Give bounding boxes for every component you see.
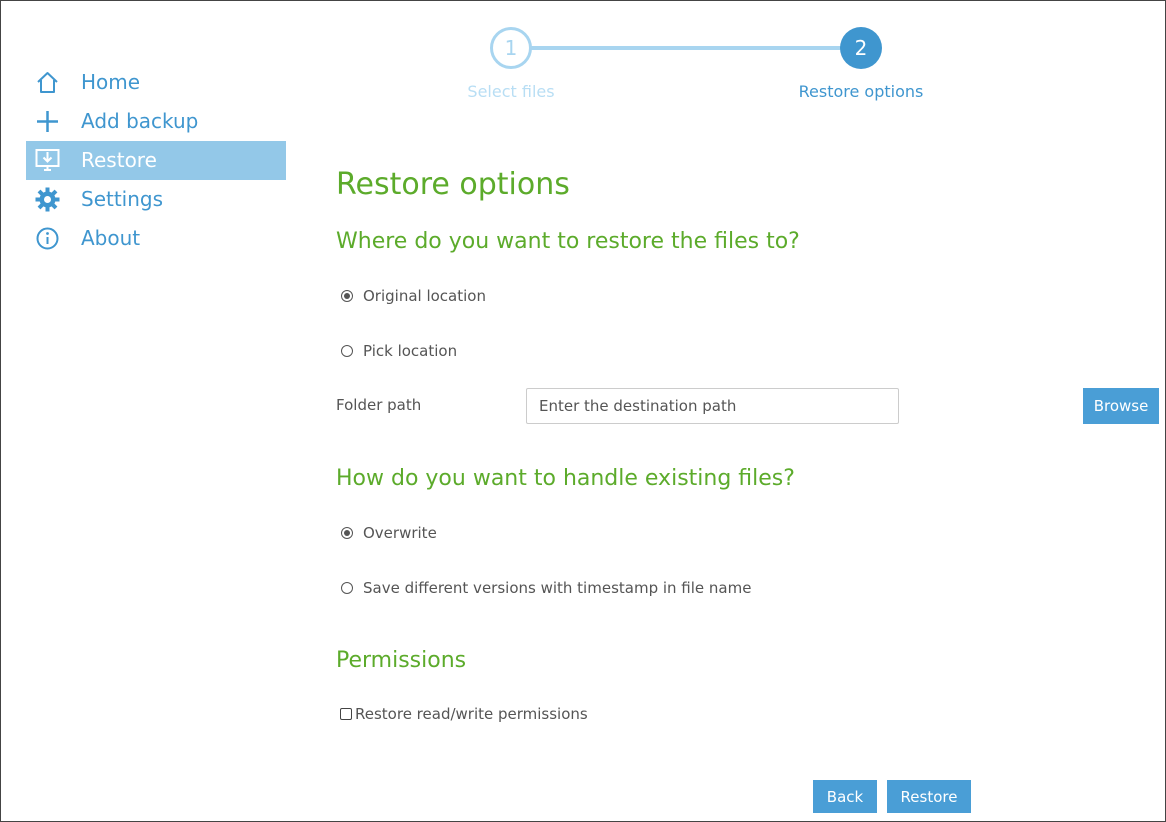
plus-icon [35, 109, 60, 134]
page-title: Restore options [336, 167, 570, 202]
step-connector [531, 46, 841, 50]
sidebar-item-label: Settings [81, 187, 164, 211]
sidebar-item-add-backup[interactable]: Add backup [26, 102, 286, 141]
restore-permissions-option[interactable]: Restore read/write permissions [340, 704, 588, 724]
radio-label: Pick location [363, 342, 458, 360]
home-icon [35, 70, 60, 95]
checkbox-label: Restore read/write permissions [355, 705, 588, 723]
radio-button[interactable] [341, 290, 353, 302]
browse-button[interactable]: Browse [1083, 388, 1159, 424]
sidebar-item-settings[interactable]: Settings [26, 180, 286, 219]
radio-pick-location[interactable]: Pick location [341, 341, 457, 361]
sidebar-item-label: Add backup [81, 109, 199, 133]
radio-button[interactable] [341, 345, 353, 357]
radio-button[interactable] [341, 527, 353, 539]
step-1-label[interactable]: Select files [441, 82, 581, 101]
radio-button[interactable] [341, 582, 353, 594]
gear-icon [35, 187, 60, 212]
permissions-heading: Permissions [336, 648, 467, 673]
sidebar-item-label: About [81, 226, 141, 250]
info-icon [35, 226, 60, 251]
sidebar-item-home[interactable]: Home [26, 63, 286, 102]
radio-save-versions[interactable]: Save different versions with timestamp i… [341, 578, 751, 598]
destination-heading: Where do you want to restore the files t… [336, 229, 800, 254]
sidebar-nav: Home Add backup Restore Settings About [26, 63, 286, 258]
folder-path-label: Folder path [336, 396, 422, 414]
app-window: 1 2 Select files Restore options Home Ad… [0, 0, 1166, 822]
radio-overwrite[interactable]: Overwrite [341, 523, 437, 543]
radio-label: Save different versions with timestamp i… [363, 579, 752, 597]
step-2-circle: 2 [840, 27, 882, 69]
back-button[interactable]: Back [813, 780, 877, 813]
sidebar-item-label: Home [81, 70, 141, 94]
existing-files-heading: How do you want to handle existing files… [336, 466, 795, 491]
radio-original-location[interactable]: Original location [341, 286, 486, 306]
sidebar-item-about[interactable]: About [26, 219, 286, 258]
radio-label: Original location [363, 287, 486, 305]
sidebar-item-label: Restore [81, 148, 157, 172]
restore-monitor-icon [35, 148, 60, 173]
restore-button[interactable]: Restore [887, 780, 971, 813]
step-2-label: Restore options [798, 82, 924, 101]
sidebar-item-restore[interactable]: Restore [26, 141, 286, 180]
restore-permissions-checkbox[interactable] [340, 708, 352, 720]
folder-path-input[interactable] [526, 388, 899, 424]
radio-label: Overwrite [363, 524, 437, 542]
step-1-circle[interactable]: 1 [490, 27, 532, 69]
